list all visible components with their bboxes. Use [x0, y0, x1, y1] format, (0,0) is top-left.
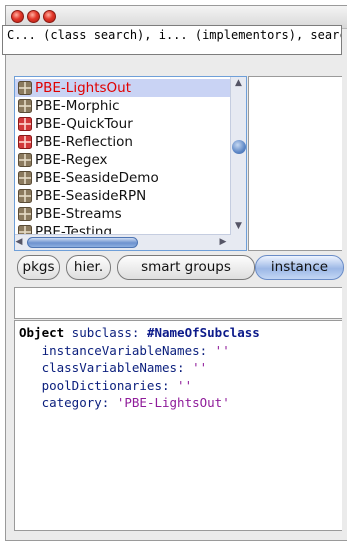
code-symbol: #NameOfSubclass [146, 325, 260, 340]
list-item[interactable]: PBE-Morphic [15, 97, 231, 115]
list-item[interactable]: PBE-Streams [15, 205, 231, 223]
instance-button[interactable]: instance [255, 255, 344, 280]
code-editor[interactable]: Object subclass: #NameOfSubclass instanc… [14, 320, 342, 531]
class-list[interactable] [248, 76, 342, 251]
list-item[interactable]: PBE-SeasideRPN [15, 187, 231, 205]
list-item-label: PBE-QuickTour [35, 116, 133, 132]
list-item[interactable]: PBE-Regex [15, 151, 231, 169]
maximize-button[interactable] [43, 10, 56, 23]
scroll-left-icon[interactable]: ◀ [15, 237, 25, 247]
scroll-down-icon[interactable]: ▼ [231, 221, 246, 231]
code-keyword: subclass: [64, 325, 147, 340]
list-item-label: PBE-LightsOut [35, 80, 132, 96]
list-item-label: PBE-SeasideRPN [35, 188, 147, 204]
package-icon [18, 99, 32, 113]
horizontal-scroll-thumb[interactable] [27, 237, 138, 248]
list-item-label: PBE-SeasideDemo [35, 170, 159, 186]
smart-groups-button[interactable]: smart groups [117, 255, 255, 280]
code-keyword: poolDictionaries: [19, 377, 178, 393]
search-input-text: C... (class search), i... (implementors)… [7, 28, 342, 42]
list-item[interactable]: PBE-Reflection [15, 133, 231, 151]
vertical-scrollbar[interactable]: ▲ ▼ [230, 77, 246, 235]
vertical-scroll-thumb[interactable] [232, 140, 246, 154]
list-item-label: PBE-Regex [35, 152, 108, 168]
pkgs-button[interactable]: pkgs [17, 255, 60, 280]
code-string: 'PBE-LightsOut' [116, 395, 230, 410]
package-list[interactable]: PBE-LightsOut PBE-Morphic PBE-QuickTour … [14, 76, 247, 251]
code-string: '' [192, 360, 208, 375]
list-item[interactable]: PBE-LightsOut [15, 79, 231, 97]
scroll-up-icon[interactable]: ▲ [231, 78, 246, 88]
package-error-icon [18, 135, 32, 149]
list-item-label: PBE-Morphic [35, 98, 120, 114]
package-icon [18, 81, 32, 95]
package-icon [18, 207, 32, 221]
list-item[interactable]: PBE-QuickTour [15, 115, 231, 133]
code-string: '' [214, 342, 230, 358]
package-icon [18, 189, 32, 203]
code-keyword: instanceVariableNames: [19, 342, 215, 358]
package-icon [18, 171, 32, 185]
minimize-button[interactable] [27, 10, 40, 23]
list-item[interactable]: PBE-SeasideDemo [15, 169, 231, 187]
horizontal-scrollbar[interactable]: ◀ ▶ [15, 234, 231, 250]
scroll-right-icon[interactable]: ▶ [217, 237, 229, 247]
package-icon [18, 153, 32, 167]
close-button[interactable] [11, 10, 24, 23]
code-class-name: Object [19, 325, 65, 340]
code-string: '' [177, 377, 193, 393]
scroll-corner [231, 235, 246, 250]
code-keyword: classVariableNames: [19, 360, 193, 375]
code-keyword: category: [19, 395, 117, 410]
message-list[interactable] [14, 287, 342, 319]
hier-button[interactable]: hier. [66, 255, 111, 280]
list-item-label: PBE-Reflection [35, 134, 133, 150]
search-input[interactable]: C... (class search), i... (implementors)… [2, 25, 342, 55]
package-error-icon [18, 117, 32, 131]
list-item-label: PBE-Streams [35, 206, 122, 222]
